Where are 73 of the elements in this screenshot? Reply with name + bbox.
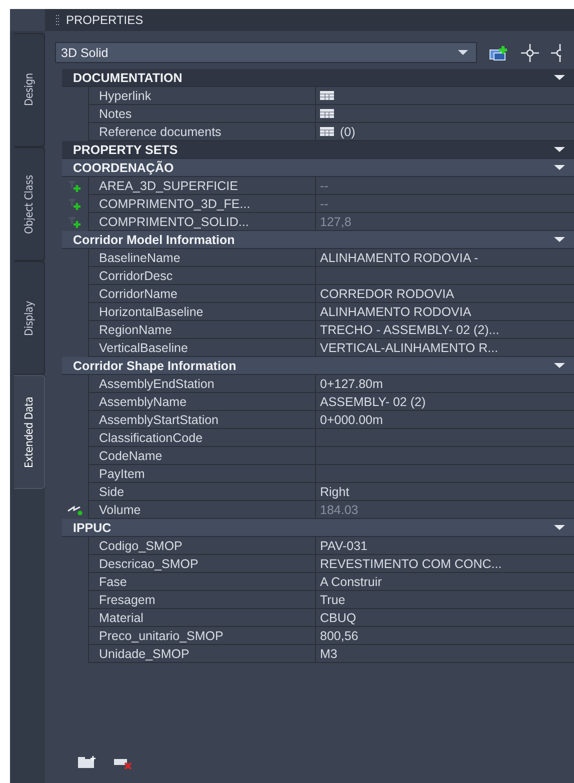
property-name: AREA_3D_SUPERFICIE <box>88 177 315 195</box>
property-value[interactable]: CBUQ <box>315 609 574 627</box>
property-name: Codigo_SMOP <box>88 537 315 555</box>
collapse-icon[interactable] <box>554 146 565 152</box>
property-name: CorridorName <box>88 285 315 303</box>
property-name: Fase <box>88 573 315 591</box>
collapse-icon[interactable] <box>554 164 565 170</box>
property-value[interactable]: ASSEMBLY- 02 (2) <box>315 393 574 411</box>
section-header[interactable]: Corridor Model Information <box>62 231 574 249</box>
property-value[interactable]: 800,56 <box>315 627 574 645</box>
property-value[interactable]: ALINHAMENTO RODOVIA - <box>315 249 574 267</box>
property-name: AssemblyEndStation <box>88 375 315 393</box>
add-property-icon <box>67 215 83 229</box>
property-name: Side <box>88 483 315 501</box>
property-name: HorizontalBaseline <box>88 303 315 321</box>
property-name: Material <box>88 609 315 627</box>
property-value[interactable]: M3 <box>315 645 574 663</box>
side-tab[interactable]: Extended Data <box>14 375 45 489</box>
property-name: RegionName <box>88 321 315 339</box>
remove-property-set-icon[interactable] <box>113 756 133 769</box>
table-icon[interactable] <box>320 109 334 118</box>
property-name: BaselineName <box>88 249 315 267</box>
property-value[interactable] <box>315 87 574 105</box>
crosshair-icon[interactable] <box>551 44 561 62</box>
section-header[interactable]: PROPERTY SETS <box>62 141 574 159</box>
property-name: ClassificationCode <box>88 429 315 447</box>
add-property-icon <box>67 197 83 211</box>
collapse-icon[interactable] <box>554 74 565 80</box>
property-value[interactable]: PAV-031 <box>315 537 574 555</box>
panel-title: PROPERTIES <box>66 13 144 27</box>
property-value: -- <box>315 195 574 213</box>
crosshair-icon[interactable] <box>521 44 539 62</box>
add-property-icon <box>67 179 83 193</box>
property-value[interactable]: ALINHAMENTO RODOVIA <box>315 303 574 321</box>
collapse-icon[interactable] <box>554 236 565 242</box>
property-value[interactable] <box>315 105 574 123</box>
property-name: AssemblyStartStation <box>88 411 315 429</box>
side-tab[interactable]: Display <box>14 261 45 375</box>
property-name: CorridorDesc <box>88 267 315 285</box>
property-name: CodeName <box>88 447 315 465</box>
section-header[interactable]: DOCUMENTATION <box>62 69 574 87</box>
collapse-icon[interactable] <box>554 362 565 368</box>
property-name: Hyperlink <box>88 87 315 105</box>
section-header[interactable]: IPPUC <box>62 519 574 537</box>
property-value[interactable]: CORREDOR RODOVIA <box>315 285 574 303</box>
property-value[interactable]: TRECHO - ASSEMBLY- 02 (2)... <box>315 321 574 339</box>
property-name: Preco_unitario_SMOP <box>88 627 315 645</box>
add-property-set-icon[interactable] <box>77 756 97 769</box>
property-value[interactable]: Right <box>315 483 574 501</box>
table-icon[interactable] <box>320 91 334 100</box>
quick-select-icon[interactable] <box>489 44 509 60</box>
caret-icon <box>458 50 468 56</box>
property-value[interactable]: True <box>315 591 574 609</box>
property-name: Unidade_SMOP <box>88 645 315 663</box>
property-name: Descricao_SMOP <box>88 555 315 573</box>
property-name: PayItem <box>88 465 315 483</box>
property-value[interactable]: REVESTIMENTO COM CONC... <box>315 555 574 573</box>
property-name: Fresagem <box>88 591 315 609</box>
property-name: COMPRIMENTO_3D_FE... <box>88 195 315 213</box>
section-header[interactable]: COORDENAÇÃO <box>62 159 574 177</box>
object-type-dropdown[interactable]: 3D Solid <box>55 42 477 63</box>
property-value[interactable]: 0+000.00m <box>315 411 574 429</box>
side-tab[interactable]: Design <box>14 33 45 147</box>
table-icon[interactable] <box>320 127 334 136</box>
lightning-icon <box>66 504 84 516</box>
section-header[interactable]: Corridor Shape Information <box>62 357 574 375</box>
property-value: -- <box>315 177 574 195</box>
property-value[interactable]: A Construir <box>315 573 574 591</box>
collapse-icon[interactable] <box>554 524 565 530</box>
property-name: Notes <box>88 105 315 123</box>
property-value[interactable]: 0+127.80m <box>315 375 574 393</box>
side-tab[interactable]: Object Class <box>14 147 45 261</box>
property-name: AssemblyName <box>88 393 315 411</box>
